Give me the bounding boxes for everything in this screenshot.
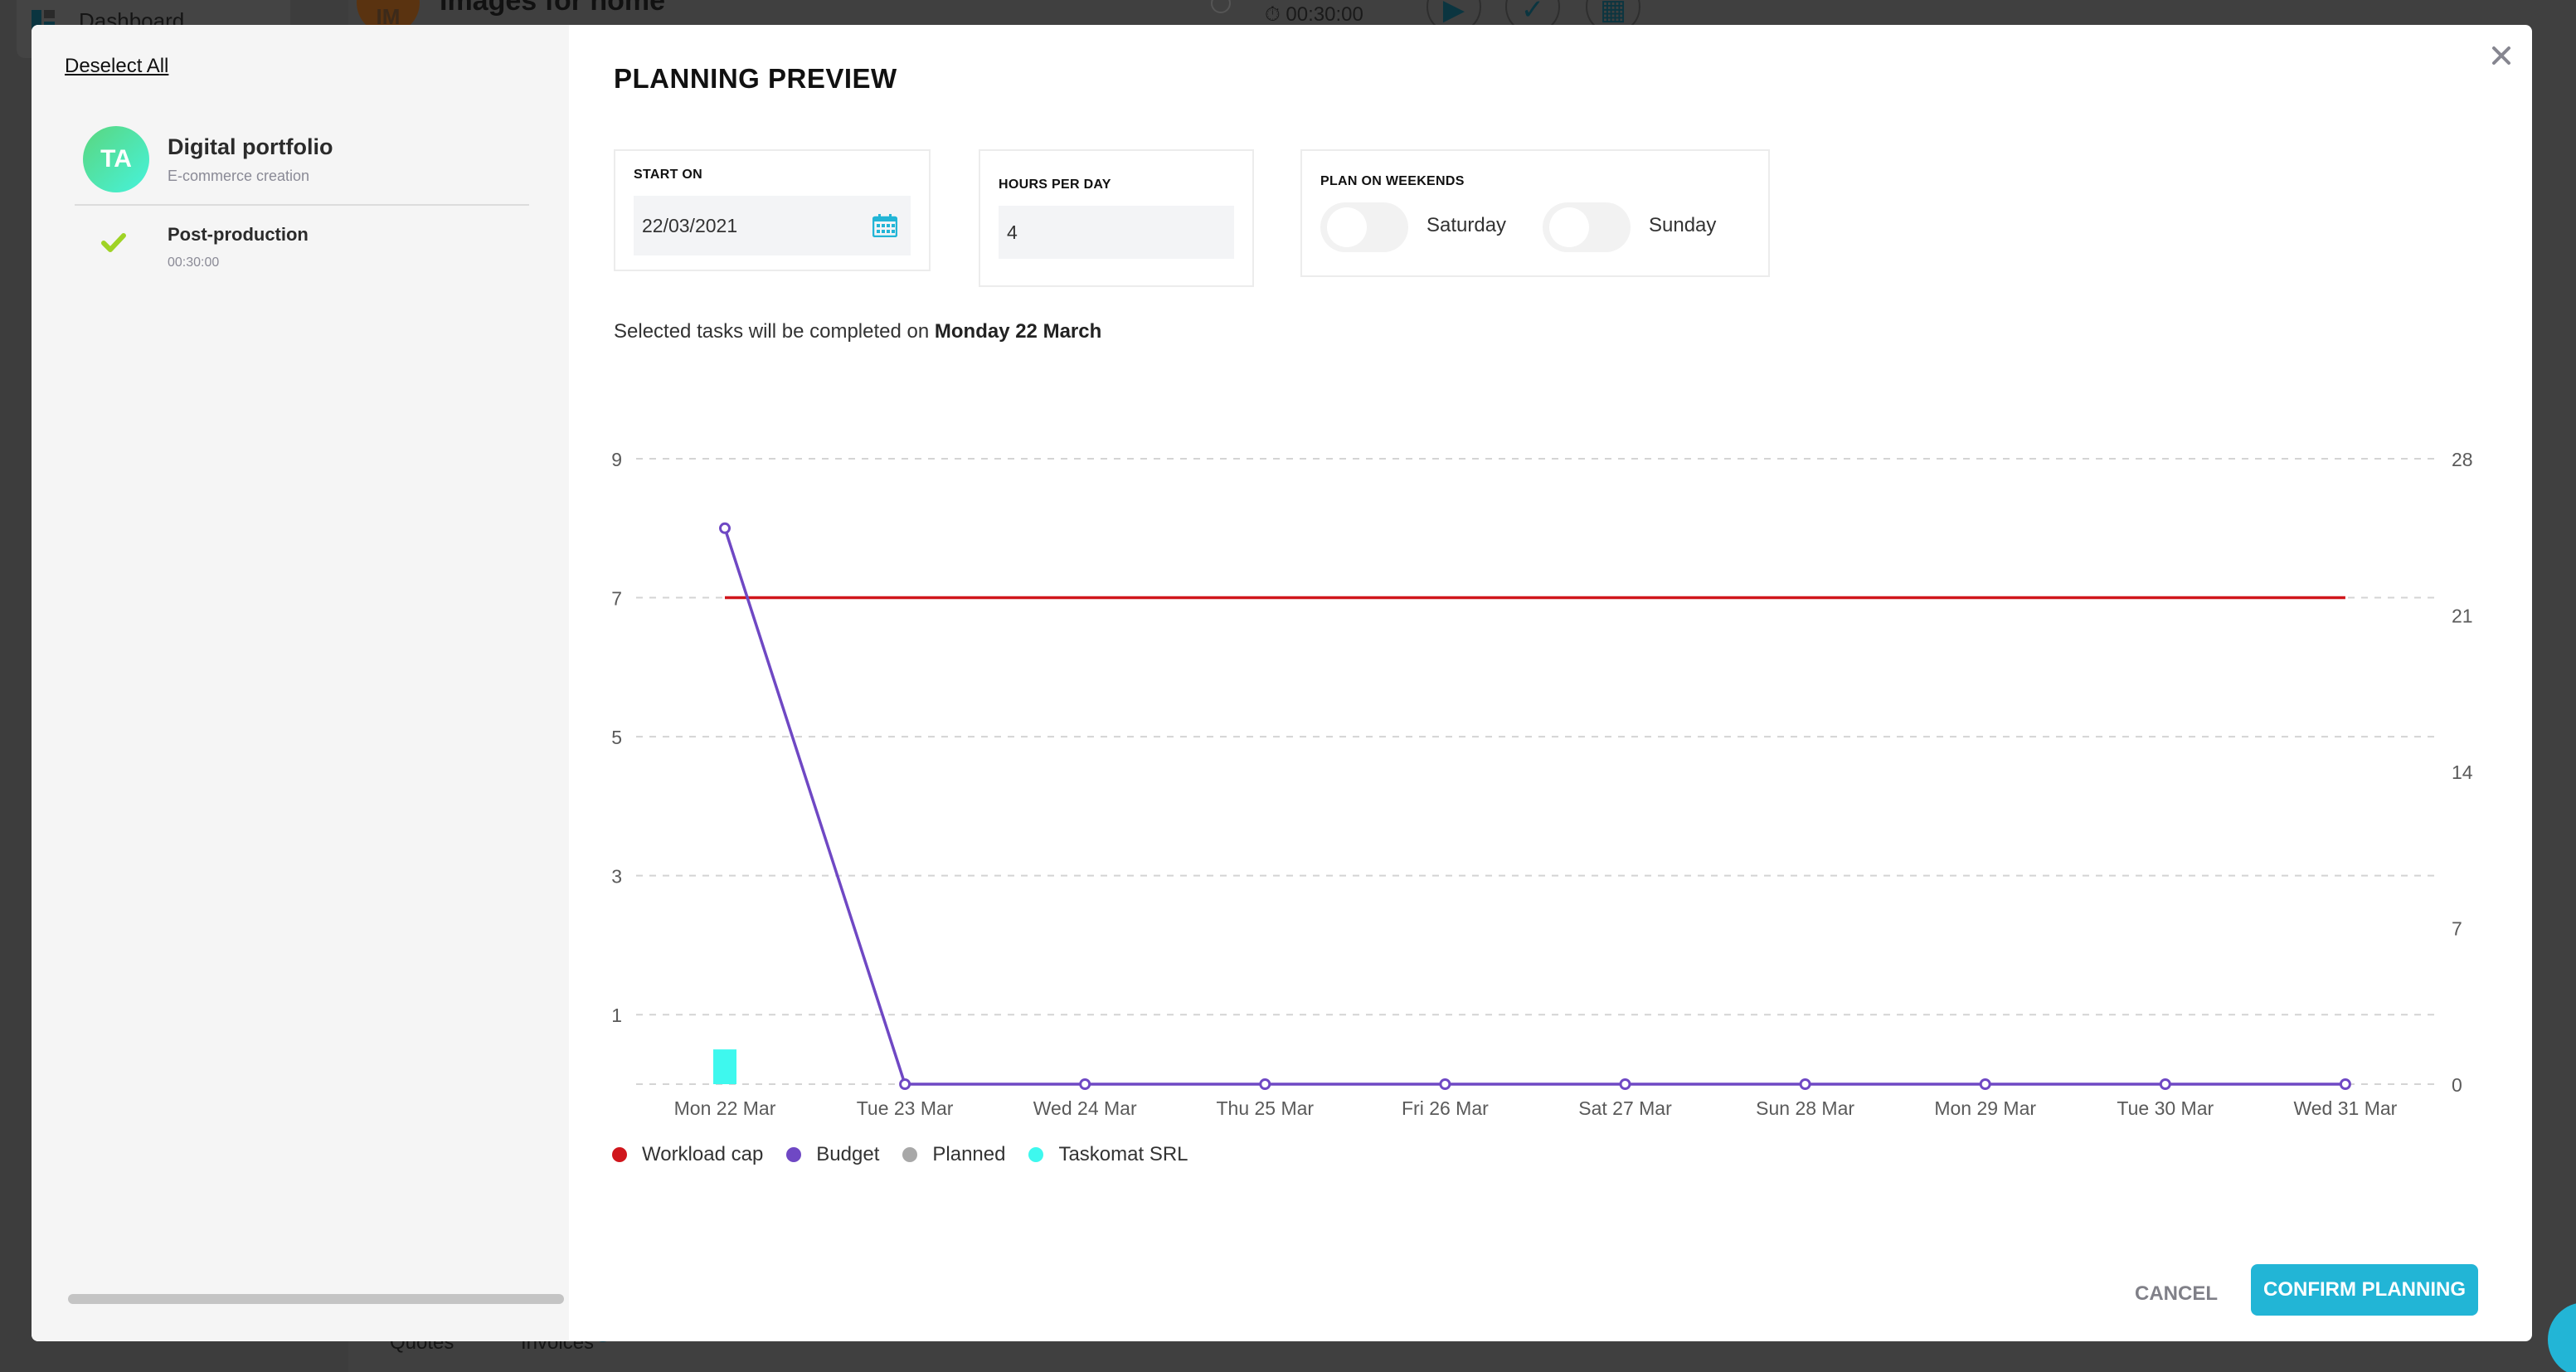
legend-label: Workload cap — [642, 1143, 764, 1165]
chart-legend: Workload cap Budget Planned Taskomat SRL — [612, 1143, 1212, 1166]
chat-fab-button — [2548, 1302, 2576, 1372]
y-left-tick-label: 1 — [611, 1005, 622, 1026]
point-budget[interactable] — [719, 522, 731, 534]
bar-taskomat-srl — [713, 1049, 736, 1084]
y-left-tick-label: 7 — [611, 588, 622, 610]
point-budget[interactable] — [1439, 1078, 1451, 1090]
legend-item[interactable]: Planned — [902, 1143, 1005, 1166]
y-left-tick-label: 5 — [611, 727, 622, 748]
legend-dot-icon — [902, 1147, 918, 1162]
legend-label: Taskomat SRL — [1058, 1143, 1188, 1165]
point-budget[interactable] — [899, 1078, 911, 1090]
planning-chart: 9 7 5 3 1 28 21 14 7 0 Mon 22 Mar Tue 23 Mar Wed 24 … — [611, 449, 2473, 1119]
stopwatch-icon: ⏱ — [1265, 3, 1286, 26]
background-project-title: Images for home — [440, 0, 666, 17]
legend-label: Budget — [816, 1143, 880, 1165]
y-right-tick-label: 0 — [2452, 1074, 2462, 1096]
point-budget[interactable] — [2159, 1078, 2171, 1090]
x-tick-label: Sat 27 Mar — [1578, 1097, 1672, 1119]
horizontal-scrollbar[interactable] — [68, 1294, 564, 1304]
y-right-tick-label: 21 — [2452, 606, 2473, 627]
point-budget[interactable] — [1979, 1078, 1991, 1090]
x-tick-label: Wed 24 Mar — [1033, 1097, 1137, 1119]
y-left-tick-label: 9 — [611, 449, 622, 470]
x-tick-label: Mon 22 Mar — [674, 1097, 776, 1119]
background-timer-value: 00:30:00 — [1286, 3, 1363, 26]
confirm-planning-button[interactable]: CONFIRM PLANNING — [2251, 1264, 2478, 1316]
point-budget[interactable] — [1079, 1078, 1091, 1090]
point-budget[interactable] — [1619, 1078, 1631, 1090]
x-tick-label: Tue 30 Mar — [2117, 1097, 2214, 1119]
legend-dot-icon — [612, 1147, 627, 1162]
point-budget[interactable] — [1799, 1078, 1811, 1090]
x-tick-label: Fri 26 Mar — [1402, 1097, 1489, 1119]
x-tick-label: Wed 31 Mar — [2293, 1097, 2397, 1119]
x-tick-label: Sun 28 Mar — [1756, 1097, 1854, 1119]
planning-preview-modal: Deselect All TA Digital portfolio E-comm… — [32, 25, 2532, 1341]
x-tick-label: Thu 25 Mar — [1216, 1097, 1314, 1119]
point-budget[interactable] — [1259, 1078, 1271, 1090]
legend-label: Planned — [932, 1143, 1006, 1165]
y-right-tick-label: 14 — [2452, 761, 2473, 783]
legend-item[interactable]: Budget — [786, 1143, 879, 1166]
legend-dot-icon — [1028, 1147, 1044, 1162]
background-timer: ⏱ 00:30:00 — [1265, 3, 1363, 27]
y-right-tick-label: 28 — [2452, 449, 2473, 470]
point-budget[interactable] — [2339, 1078, 2351, 1090]
legend-item[interactable]: Taskomat SRL — [1028, 1143, 1188, 1166]
clock-icon — [1211, 0, 1231, 13]
y-right-tick-label: 7 — [2452, 918, 2462, 940]
cancel-button[interactable]: CANCEL — [2135, 1273, 2218, 1315]
y-left-tick-label: 3 — [611, 866, 622, 888]
legend-item[interactable]: Workload cap — [612, 1143, 763, 1166]
x-tick-label: Mon 29 Mar — [1934, 1097, 2036, 1119]
legend-dot-icon — [786, 1147, 802, 1162]
line-budget — [723, 528, 2345, 1086]
x-tick-label: Tue 23 Mar — [857, 1097, 954, 1119]
